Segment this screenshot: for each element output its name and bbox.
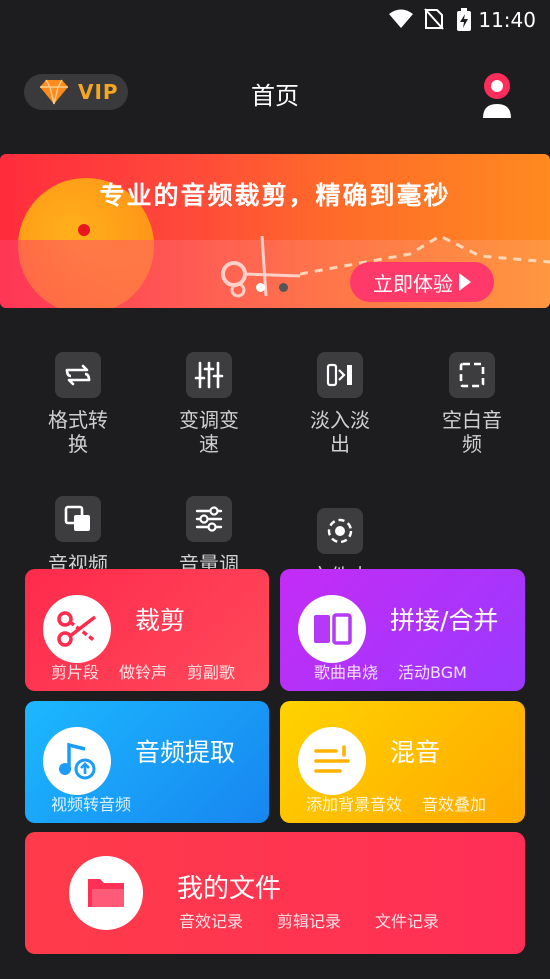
format-convert-icon: [55, 352, 101, 398]
top-bar: VIP 首页: [0, 60, 550, 124]
card-subtitles: 剪片段 做铃声 剪副歌: [51, 663, 236, 682]
blank-audio-icon: [449, 352, 495, 398]
try-now-label: 立即体验: [373, 271, 453, 296]
card-title: 裁剪: [135, 606, 186, 635]
tool-pitch-speed[interactable]: 变调变速: [154, 352, 264, 456]
card-subtitles: 音效记录 剪辑记录 文件记录: [179, 912, 440, 931]
mix-card[interactable]: 混音 添加背景音效 音效叠加: [280, 701, 525, 823]
mix-icon: [298, 727, 366, 795]
carousel-indicator: [256, 283, 288, 292]
scissors-icon: [43, 595, 111, 663]
tool-label: 淡入淡出: [310, 408, 370, 456]
carousel-dot: [279, 283, 288, 292]
tool-fade[interactable]: 淡入淡出: [285, 352, 395, 456]
try-now-button[interactable]: 立即体验: [350, 262, 494, 302]
pitch-speed-icon: [186, 352, 232, 398]
tool-label: 空白音频: [442, 408, 502, 456]
profile-icon[interactable]: [480, 72, 514, 118]
no-sim-icon: [424, 8, 444, 30]
status-bar: 11:40: [0, 0, 550, 40]
page-title: 首页: [251, 82, 299, 110]
tool-label: 格式转换: [48, 408, 108, 456]
tool-av-merge[interactable]: 音视频: [23, 496, 133, 576]
cut-card[interactable]: 裁剪 剪片段 做铃声 剪副歌: [25, 569, 269, 691]
wifi-icon: [389, 9, 413, 28]
music-extract-icon: [43, 727, 111, 795]
merge-icon: [298, 595, 366, 663]
tool-label: 变调变速: [179, 408, 239, 456]
carousel-dot-active: [256, 283, 265, 292]
card-subtitles: 添加背景音效 音效叠加: [306, 795, 487, 814]
card-title: 混音: [390, 738, 441, 767]
banner-headline: 专业的音频裁剪，精确到毫秒: [99, 181, 451, 210]
av-merge-icon: [55, 496, 101, 542]
my-files-card[interactable]: 我的文件 音效记录 剪辑记录 文件记录: [25, 832, 525, 954]
folder-icon: [69, 856, 143, 930]
record-icon: [317, 508, 363, 554]
banner-dot: [78, 224, 90, 236]
card-subtitles: 视频转音频: [51, 795, 132, 814]
tool-blank-audio[interactable]: 空白音频: [417, 352, 527, 456]
extract-card[interactable]: 音频提取 视频转音频: [25, 701, 269, 823]
card-title: 我的文件: [177, 874, 282, 904]
card-title: 音频提取: [135, 738, 236, 767]
volume-adjust-icon: [186, 496, 232, 542]
merge-card[interactable]: 拼接/合并 歌曲串烧 活动BGM: [280, 569, 525, 691]
card-title: 拼接/合并: [390, 606, 499, 635]
tool-volume-adjust[interactable]: 音量调: [154, 496, 264, 576]
card-subtitles: 歌曲串烧 活动BGM: [314, 663, 467, 682]
tool-format-convert[interactable]: 格式转换: [23, 352, 133, 456]
fade-icon: [317, 352, 363, 398]
play-icon: [459, 273, 471, 291]
battery-charging-icon: [457, 8, 471, 31]
status-time: 11:40: [478, 8, 536, 32]
